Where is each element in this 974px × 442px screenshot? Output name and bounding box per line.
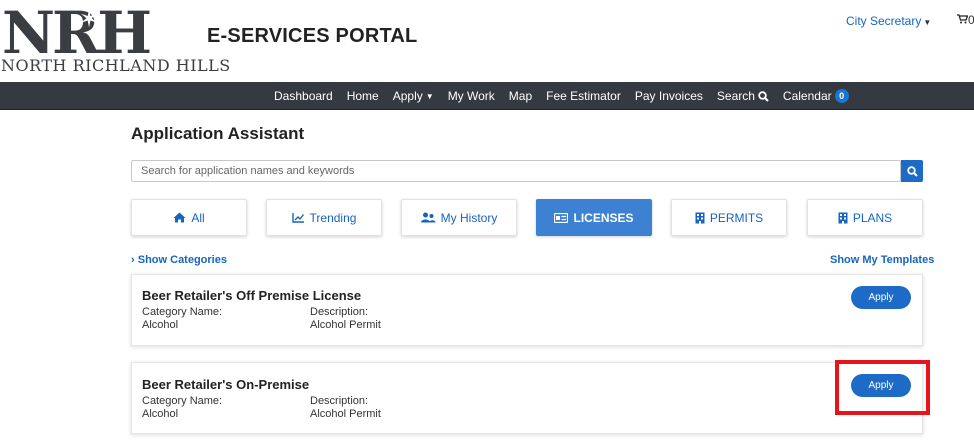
nav-dashboard[interactable]: Dashboard	[274, 89, 333, 103]
nav-map-label: Map	[508, 89, 533, 103]
home-icon	[173, 212, 186, 223]
tab-all-label: All	[191, 210, 205, 225]
nav-fee-estimator-label: Fee Estimator	[546, 89, 621, 103]
portal-title: E-SERVICES PORTAL	[207, 25, 418, 47]
nav-home-label: Home	[346, 89, 379, 103]
nav-dashboard-label: Dashboard	[274, 89, 333, 103]
main-navbar: Dashboard Home Apply ▼ My Work Map Fee Es…	[0, 82, 974, 110]
description-label: Description:	[310, 306, 369, 318]
application-card: Beer Retailer's On-Premise Category Name…	[131, 362, 923, 434]
nav-pay-invoices-label: Pay Invoices	[634, 89, 703, 103]
application-title: Beer Retailer's Off Premise License	[142, 288, 362, 303]
tab-trending-label: Trending	[309, 210, 357, 225]
calendar-count-badge: 0	[834, 89, 849, 103]
nav-home[interactable]: Home	[347, 89, 379, 103]
tab-licenses-label: LICENSES	[573, 210, 634, 225]
nav-search-label: Search	[716, 89, 755, 103]
logo-subtitle: NORTH RICHLAND HILLS	[1, 56, 231, 75]
cart-link[interactable]: 0	[957, 13, 974, 27]
search-icon	[906, 165, 918, 177]
nav-calendar-label: Calendar	[782, 89, 832, 103]
nav-map[interactable]: Map	[509, 89, 532, 103]
tab-plans-label: PLANS	[852, 210, 893, 225]
description-value: Alcohol Permit	[310, 408, 381, 420]
user-menu[interactable]: City Secretary ▼	[846, 14, 931, 28]
category-label: Category Name:	[142, 306, 223, 318]
category-label: Category Name:	[142, 395, 223, 407]
id-card-icon	[554, 212, 569, 223]
show-categories-link[interactable]: › Show Categories	[131, 254, 227, 266]
users-icon	[420, 212, 436, 223]
nav-search[interactable]: Search	[717, 89, 769, 103]
tab-licenses[interactable]: LICENSES	[536, 199, 652, 236]
application-search-input[interactable]	[131, 160, 901, 182]
building-icon	[695, 212, 705, 224]
tab-permits[interactable]: PERMITS	[671, 199, 787, 236]
nav-pay-invoices[interactable]: Pay Invoices	[635, 89, 703, 103]
line-chart-icon	[291, 213, 304, 223]
tab-permits-label: PERMITS	[709, 210, 764, 225]
show-my-templates-link[interactable]: Show My Templates	[830, 254, 934, 266]
category-value: Alcohol	[142, 408, 179, 420]
application-card: Beer Retailer's Off Premise License Cate…	[131, 274, 923, 346]
apply-button[interactable]: Apply	[851, 286, 911, 309]
building-icon	[838, 212, 848, 224]
search-button[interactable]	[901, 160, 923, 182]
tab-my-history-label: My History	[440, 210, 498, 225]
nav-apply-label: Apply	[392, 89, 423, 103]
description-value: Alcohol Permit	[310, 319, 381, 331]
caret-down-icon: ▼	[923, 18, 932, 27]
category-value: Alcohol	[142, 319, 179, 331]
caret-down-icon: ▼	[425, 91, 434, 101]
logo-letters: NRH	[2, 0, 152, 67]
highlight-box	[835, 360, 930, 415]
page-title: Application Assistant	[131, 124, 305, 143]
cart-count: 0	[968, 13, 974, 27]
chevron-right-icon: ›	[131, 254, 135, 266]
user-menu-label: City Secretary	[846, 14, 922, 28]
star-icon: ✶	[79, 6, 100, 33]
nav-my-work[interactable]: My Work	[448, 89, 495, 103]
tab-my-history[interactable]: My History	[401, 199, 517, 236]
nrh-logo[interactable]: NRH ✶ NORTH RICHLAND HILLS	[0, 0, 230, 82]
nav-fee-estimator[interactable]: Fee Estimator	[546, 89, 621, 103]
tab-trending[interactable]: Trending	[266, 199, 382, 236]
nav-calendar[interactable]: Calendar 0	[783, 89, 849, 103]
search-icon	[758, 90, 769, 102]
description-label: Description:	[310, 395, 369, 407]
tab-plans[interactable]: PLANS	[807, 199, 923, 236]
nav-my-work-label: My Work	[447, 89, 495, 103]
application-title: Beer Retailer's On-Premise	[142, 377, 310, 392]
show-categories-label: Show Categories	[137, 254, 227, 266]
nav-apply[interactable]: Apply ▼	[393, 89, 434, 103]
tab-all[interactable]: All	[131, 199, 247, 236]
cart-icon	[957, 14, 969, 24]
